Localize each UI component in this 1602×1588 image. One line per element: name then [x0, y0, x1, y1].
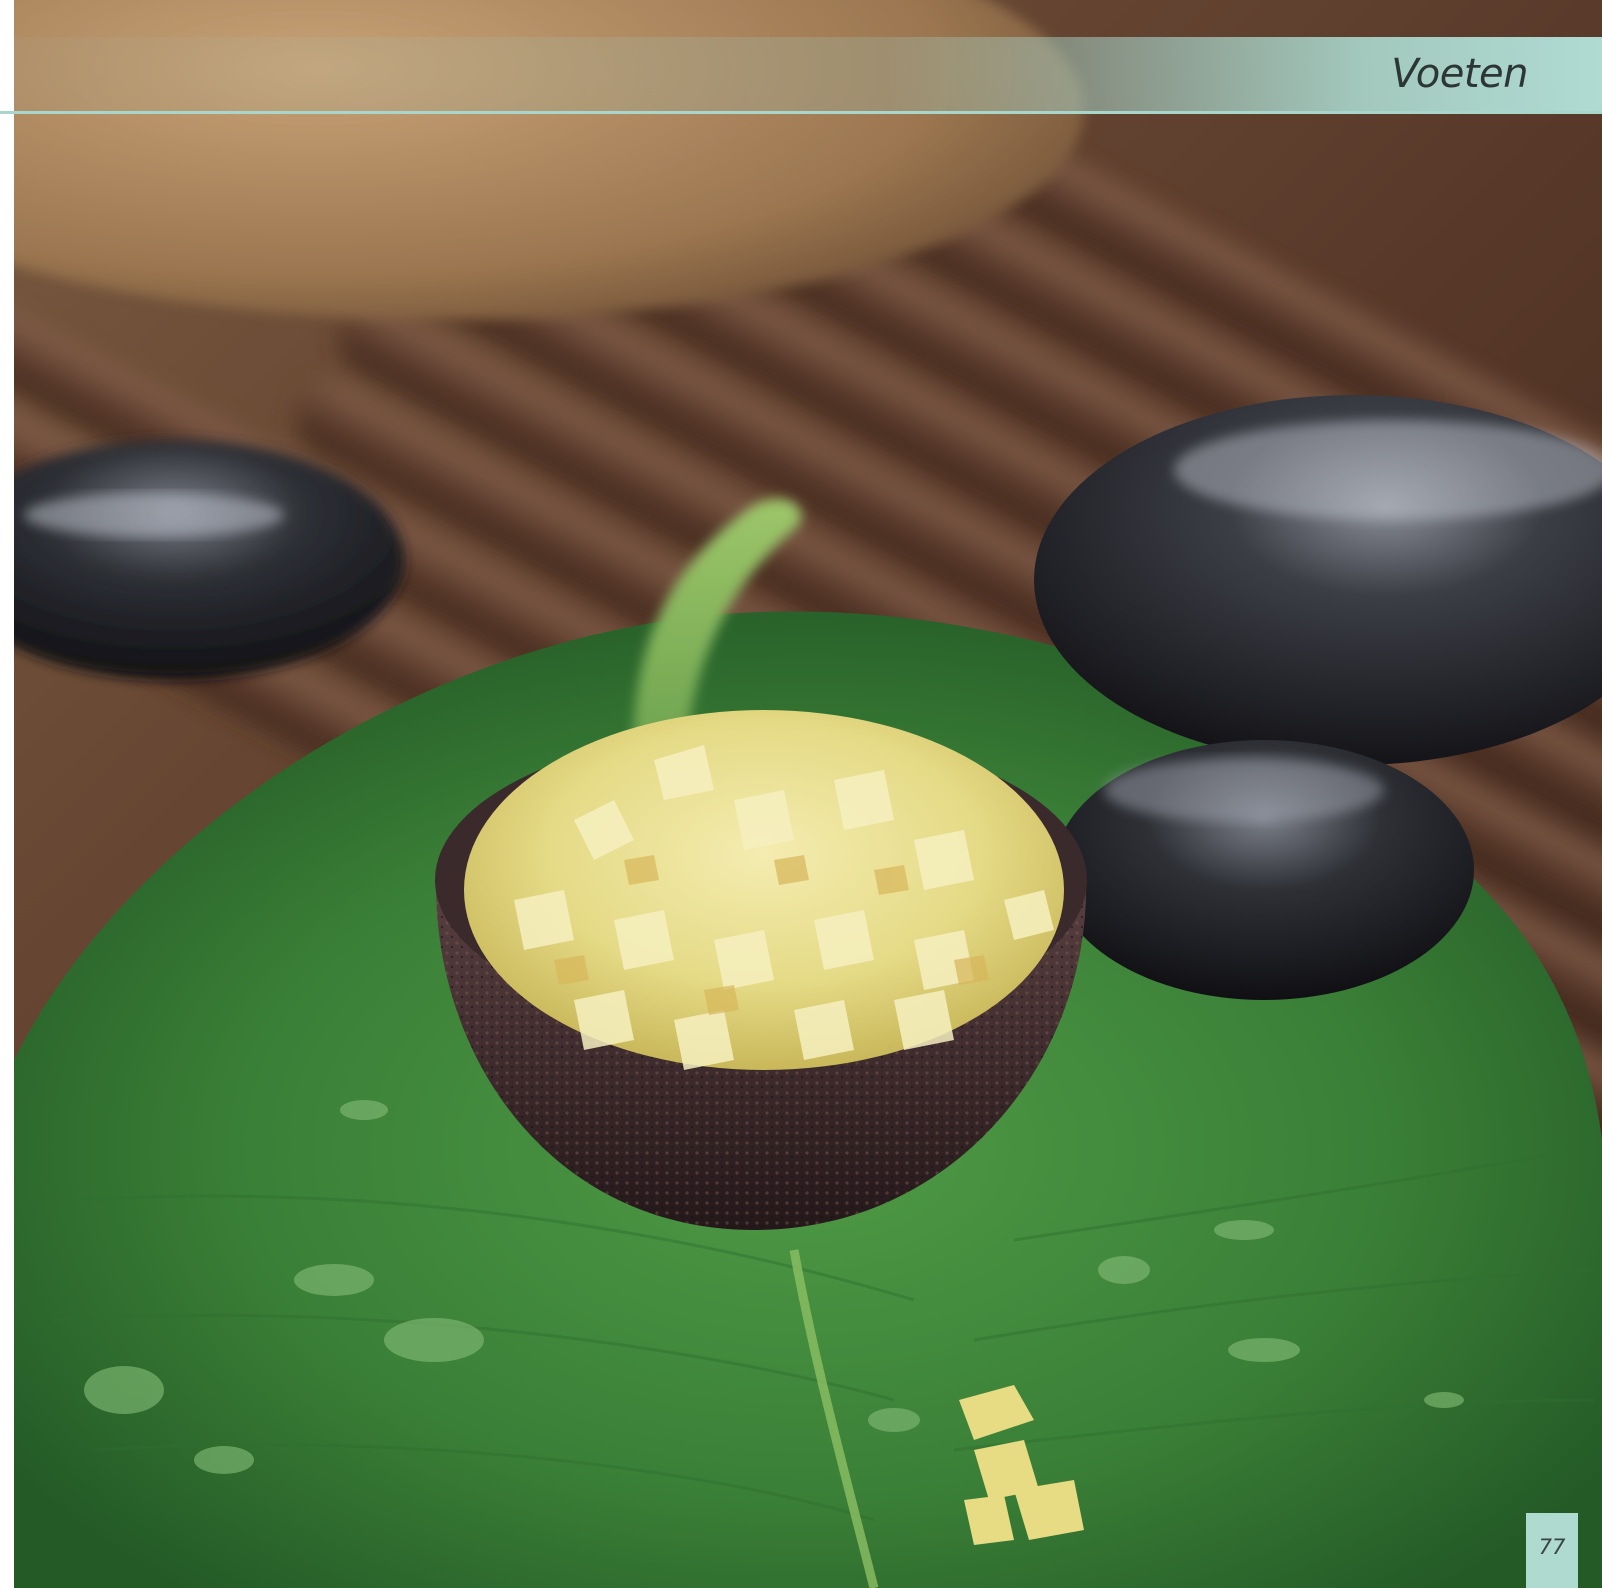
chapter-header-band — [14, 37, 1602, 111]
page-number: 77 — [1538, 1535, 1566, 1559]
chapter-title: Voeten — [1391, 51, 1528, 97]
magazine-page: Voeten 77 — [0, 0, 1602, 1588]
header-divider — [0, 111, 1602, 114]
spa-photo — [14, 0, 1602, 1588]
page-number-box: 77 — [1526, 1513, 1578, 1588]
